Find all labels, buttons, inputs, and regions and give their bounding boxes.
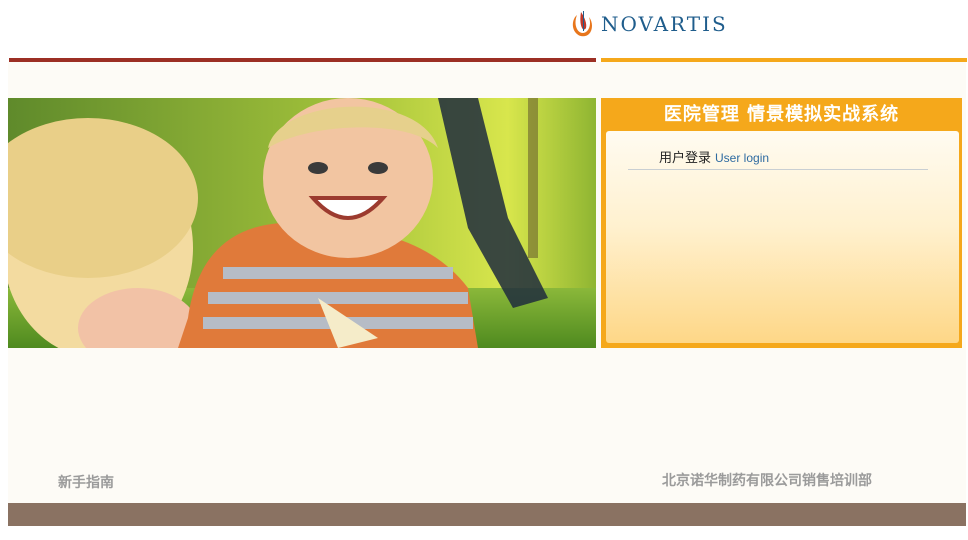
login-box: 用户登录 User login (606, 131, 959, 343)
footer-bar (8, 503, 966, 526)
children-in-grass-illustration (8, 98, 596, 348)
user-login-label-en: User login (715, 151, 770, 165)
user-login-heading: 用户登录 User login (659, 147, 769, 166)
beginner-guide-link[interactable]: 新手指南 (58, 472, 114, 492)
login-divider (628, 169, 928, 170)
brand-name: NOVARTIS (601, 12, 728, 36)
login-panel: 医院管理 情景模拟实战系统 用户登录 User login (601, 98, 962, 348)
header: NOVARTIS (0, 0, 968, 57)
hero-photo (8, 98, 596, 348)
flame-logo-icon (572, 11, 592, 37)
user-login-label-cn: 用户登录 (659, 151, 712, 166)
system-title: 医院管理 情景模拟实战系统 (663, 104, 900, 125)
company-name: 北京诺华制药有限公司销售培训部 (662, 473, 872, 489)
novartis-logo: NOVARTIS (569, 8, 728, 40)
